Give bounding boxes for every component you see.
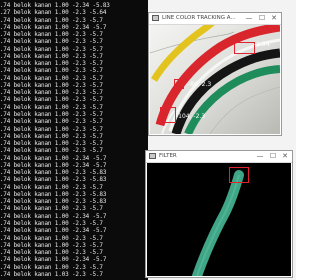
console-line: 22.74 belok kanan 1.00 -2.3 -5.7 [0,132,103,140]
filter-window[interactable]: FILTER — ☐ ✕ [146,151,292,277]
console-line: 22.74 belok kanan 1.00 -2.3 -5.7 [0,140,103,148]
console-line: 22.74 belok kanan 1.00 -2.3 -5.7 [0,16,103,24]
roi-box-top [234,42,255,54]
console-line: 22.74 belok kanan 1.00 -2.3 -5.83 [0,176,107,184]
console-line: 22.74 belok kanan 1.00 -2.3 -5.7 [0,38,103,46]
console-line: 22.74 belok kanan 1.00 -2.3 -5.7 [0,147,103,155]
console-line: 22.74 belok kanan 1.00 -2.3 -5.7 [0,183,103,191]
camera-window-icon [149,153,156,159]
terminal-console[interactable]: 22.74 belok kanan 1.00 -2.34 -5.83 22.27 … [0,0,148,280]
title-bar[interactable]: LINE COLOR TRACKING A... — ☐ ✕ [149,13,281,25]
console-line: 22.74 belok kanan 1.00 -2.3 -5.83 [0,198,107,206]
maximize-button[interactable]: ☐ [267,151,279,162]
console-line: 22.74 belok kanan 1.00 -2.34 -5.83 [0,2,110,9]
console-line: 22.74 belok kanan 1.00 -2.3 -5.7 [0,89,103,97]
console-line: 22.27 belok kanan 1.00 -2.3 -5.64 [0,9,107,17]
console-line: 22.74 belok kanan 1.00 -2.3 -5.7 [0,118,103,126]
offset-label-top: -2.34 [254,41,270,48]
console-line: 22.74 belok kanan 1.00 -2.3 -5.7 [0,60,103,68]
console-line: 22.74 belok kanan 1.00 -2.3 -5.7 [0,96,103,104]
offset-label-bottom: -104, -2.3 [176,113,206,120]
filter-mask [147,163,291,276]
console-line: 22.74 belok kanan 1.00 -2.34 -5.7 [0,154,107,162]
console-line: 22.74 belok kanan 1.00 -2.34 -5.7 [0,161,107,169]
console-line: 22.74 belok kanan 1.00 -2.3 -5.83 [0,190,107,198]
console-line: 22.74 belok kanan 1.00 -2.3 -5.7 [0,234,103,242]
console-line: 22.74 belok kanan 1.03 -2.3 -5.7 [0,270,103,278]
minimize-button[interactable]: — [243,13,255,24]
console-line: 22.74 belok kanan 1.00 -2.3 -5.7 [0,45,103,53]
line-color-tracking-window[interactable]: LINE COLOR TRACKING A... — ☐ ✕ -2.34 -80… [149,13,281,135]
offset-label-middle: -80, 2.3 [188,81,212,88]
console-line: 22.74 belok kanan 1.00 -2.3 -5.7 [0,31,103,39]
console-line: 22.74 belok kanan 1.00 -2.3 -5.83 [0,169,107,177]
console-line: 22.74 belok kanan 1.00 -2.3 -5.7 [0,241,103,249]
console-line: 22.74 belok kanan 1.00 -2.3 -5.7 [0,125,103,133]
console-output: 22.74 belok kanan 1.00 -2.34 -5.83 22.27 … [0,2,110,278]
console-line: 22.74 belok kanan 1.00 -2.3 -5.7 [0,205,103,213]
console-line: 22.74 belok kanan 1.00 -2.3 -5.7 [0,249,103,257]
roi-box-filter [229,167,249,183]
minimize-button[interactable]: — [254,151,266,162]
window-title: FILTER [159,153,177,159]
roi-box-bottom [160,107,176,123]
console-line: 22.74 belok kanan 1.00 -2.34 -5.7 [0,227,107,235]
console-line: 22.74 belok kanan 1.00 -2.3 -5.7 [0,52,103,60]
camera-view: -2.34 -80, 2.3 -104, -2.3 [150,25,280,134]
console-line: 22.74 belok kanan 1.00 -2.3 -5.7 [0,219,103,227]
console-line: 22.74 belok kanan 1.00 -2.3 -5.7 [0,110,103,118]
title-bar[interactable]: FILTER — ☐ ✕ [146,151,292,163]
console-line: 22.74 belok kanan 1.00 -2.34 -5.7 [0,256,107,264]
console-line: 22.74 belok kanan 1.00 -2.3 -5.7 [0,103,103,111]
maximize-button[interactable]: ☐ [256,13,268,24]
filter-view [147,163,291,276]
console-line: 22.74 belok kanan 1.00 -2.3 -5.7 [0,81,103,89]
window-title: LINE COLOR TRACKING A... [162,15,236,21]
console-line: 22.74 belok kanan 1.00 -2.3 -5.7 [0,74,103,82]
camera-window-icon [152,15,159,21]
console-line: 22.74 belok kanan 1.00 -2.3 -5.7 [0,67,103,75]
console-line: 22.74 belok kanan 1.00 -2.3 -5.7 [0,263,103,271]
roi-box-middle [174,79,184,89]
close-button[interactable]: ✕ [279,151,291,162]
close-button[interactable]: ✕ [268,13,280,24]
console-line: 22.74 belok kanan 1.00 -2.34 -5.7 [0,212,107,220]
console-line: 22.74 belok kanan 1.00 -2.34 -5.7 [0,23,107,31]
